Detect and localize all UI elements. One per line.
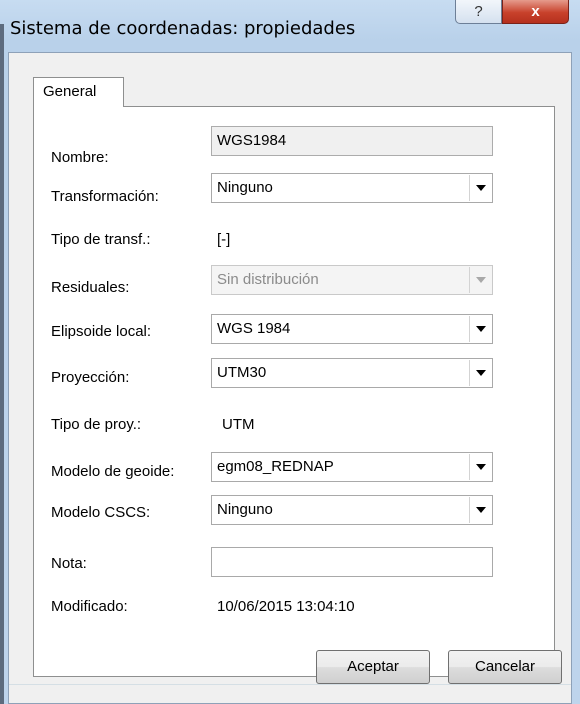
residuales-label: Residuales: bbox=[51, 279, 130, 296]
window-left-edge bbox=[0, 24, 4, 704]
transformacion-select[interactable]: Ninguno bbox=[211, 173, 493, 203]
cancel-button[interactable]: Cancelar bbox=[448, 650, 562, 684]
cscs-select[interactable]: Ninguno bbox=[211, 495, 493, 525]
ok-button[interactable]: Aceptar bbox=[316, 650, 430, 684]
geoide-select[interactable]: egm08_REDNAP bbox=[211, 452, 493, 482]
nota-label: Nota: bbox=[51, 555, 87, 572]
transformacion-value: Ninguno bbox=[217, 179, 273, 196]
elipsoide-select[interactable]: WGS 1984 bbox=[211, 314, 493, 344]
proyeccion-value: UTM30 bbox=[217, 364, 267, 381]
geoide-label: Modelo de geoide: bbox=[51, 463, 175, 480]
footer-divider bbox=[9, 684, 571, 687]
close-button[interactable]: x bbox=[502, 0, 569, 24]
proyeccion-label: Proyección: bbox=[51, 369, 130, 386]
nombre-label: Nombre: bbox=[51, 149, 109, 166]
chevron-down-icon[interactable] bbox=[469, 454, 491, 480]
proyeccion-select[interactable]: UTM30 bbox=[211, 358, 493, 388]
tipo-transf-label: Tipo de transf.: bbox=[51, 231, 151, 248]
chevron-down-icon bbox=[469, 267, 491, 293]
cscs-label: Modelo CSCS: bbox=[51, 504, 151, 521]
dialog-window: Sistema de coordenadas: propiedades ? x … bbox=[0, 0, 580, 704]
chevron-down-icon[interactable] bbox=[469, 316, 491, 342]
cscs-value: Ninguno bbox=[217, 501, 273, 518]
tipo-proy-value: UTM bbox=[222, 416, 255, 433]
modificado-label: Modificado: bbox=[51, 598, 128, 615]
residuales-value: Sin distribución bbox=[217, 271, 319, 288]
residuales-select: Sin distribución bbox=[211, 265, 493, 295]
window-title: Sistema de coordenadas: propiedades bbox=[10, 18, 356, 39]
chevron-down-icon[interactable] bbox=[469, 360, 491, 386]
nombre-field[interactable]: WGS1984 bbox=[211, 126, 493, 156]
tipo-transf-value: [-] bbox=[217, 231, 231, 248]
close-icon: x bbox=[531, 3, 540, 20]
modificado-value: 10/06/2015 13:04:10 bbox=[217, 598, 355, 615]
transformacion-label: Transformación: bbox=[51, 188, 159, 205]
geoide-value: egm08_REDNAP bbox=[217, 458, 334, 475]
tipo-proy-label: Tipo de proy.: bbox=[51, 416, 142, 433]
chevron-down-icon[interactable] bbox=[469, 497, 491, 523]
elipsoide-label: Elipsoide local: bbox=[51, 323, 152, 340]
help-icon: ? bbox=[474, 3, 483, 20]
elipsoide-value: WGS 1984 bbox=[217, 320, 291, 337]
nota-input[interactable] bbox=[211, 547, 493, 577]
chevron-down-icon[interactable] bbox=[469, 175, 491, 201]
tab-general[interactable]: General bbox=[33, 77, 124, 107]
dialog-client-area: General Nombre: WGS1984 Transformación: … bbox=[8, 52, 572, 704]
help-button[interactable]: ? bbox=[455, 0, 502, 24]
